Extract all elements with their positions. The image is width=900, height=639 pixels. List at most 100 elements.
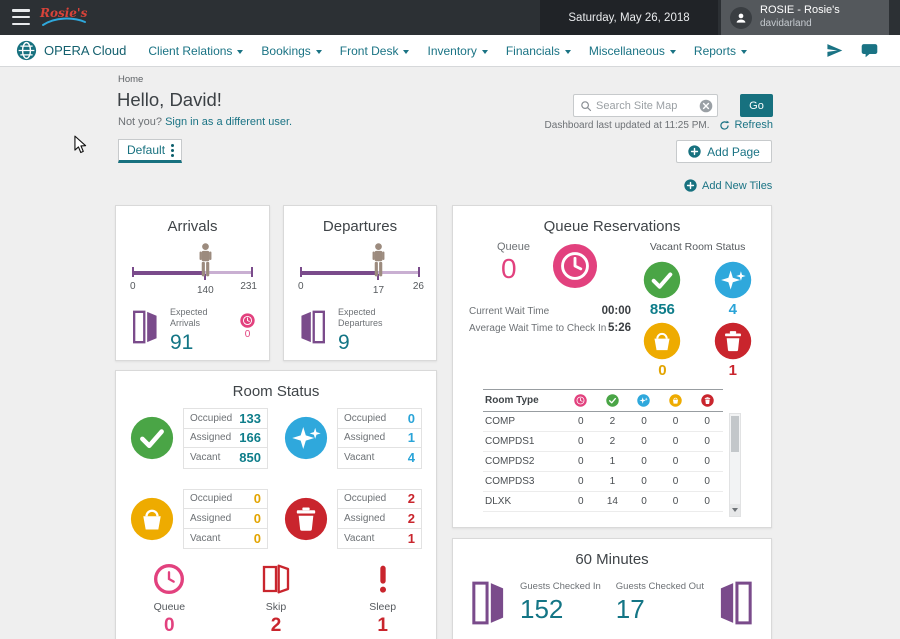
vacant-room-status: Vacant Room Status 856 4 0 [640,241,755,379]
refresh-link[interactable]: Refresh [719,119,773,131]
user-subname: davidarland [760,18,840,31]
chat-icon[interactable] [861,42,878,59]
table-row[interactable]: COMPDS2 0 1 0 0 0 [483,452,723,472]
nav-item-miscellaneous[interactable]: Miscellaneous [589,44,676,58]
occupied-row: Occupied2 [338,490,421,510]
tab-default[interactable]: Default [118,139,182,163]
user-icon [734,11,748,25]
menu-icon[interactable] [12,9,30,25]
occupied-row: Occupied0 [338,409,421,429]
inspected-count-cell: 0 [628,492,660,512]
vacant-value: 850 [239,450,261,465]
slider-person-handle[interactable] [371,243,386,277]
queue-count-cell: 0 [565,412,597,432]
checked-in-label: Guests Checked In [520,581,601,592]
assigned-value: 2 [408,511,415,526]
tab-options-icon[interactable] [169,142,176,159]
slider-tick-min [132,267,134,277]
last-updated-row: Dashboard last updated at 11:25 PM. Refr… [540,119,773,131]
table-row[interactable]: COMPDS1 0 2 0 0 0 [483,432,723,452]
chevron-down-icon [670,50,676,54]
check-out-door-icon [719,580,753,626]
slider-max-label: 231 [240,281,257,292]
clear-icon[interactable] [699,99,713,113]
sixty-minutes-tile: 60 Minutes Guests Checked In 152 Guests … [452,538,772,639]
go-button[interactable]: Go [740,94,773,117]
slider-tick-max [418,267,420,277]
clean-count-cell: 1 [597,452,629,472]
slider-fill [132,271,205,275]
nav-item-reports[interactable]: Reports [694,44,747,58]
breadcrumb[interactable]: Home [118,74,143,85]
room-status-rows: Occupied2 Assigned 2 Vacant1 [337,489,422,550]
send-icon[interactable] [826,42,843,59]
add-page-label: Add Page [707,145,760,159]
dirty-count-cell: 0 [691,412,723,432]
assigned-label: Assigned [344,432,385,443]
user-name: ROSIE - Rosie's [760,4,840,18]
room-status-group-pickup: Occupied0 Assigned0 Vacant0 [130,489,268,550]
checked-out-block: Guests Checked Out 17 [616,581,704,625]
sleep-value: 1 [338,615,428,637]
queue-count-block: Queue 0 [469,241,530,285]
search-input[interactable] [596,100,695,112]
plus-circle-icon [684,179,697,192]
clean-icon [643,261,681,299]
add-new-tiles-link[interactable]: Add New Tiles [684,179,772,192]
vacant-value: 0 [254,531,261,546]
sleep-label: Sleep [338,601,428,613]
mouse-cursor [74,135,87,154]
pickup-icon [669,394,682,407]
table-row[interactable]: DLXK 0 14 0 0 0 [483,492,723,512]
table-scrollbar[interactable] [729,413,741,517]
dirty-icon [284,497,328,541]
chevron-down-icon [482,50,488,54]
vacant-value: 4 [408,450,415,465]
room-type-cell: COMPDS3 [483,472,565,492]
nav-item-front-desk[interactable]: Front Desk [340,44,410,58]
add-page-button[interactable]: Add Page [676,140,772,163]
opera-cloud-logo[interactable]: OPERA Cloud [16,40,126,61]
table-row[interactable]: COMPDS3 0 1 0 0 0 [483,472,723,492]
assigned-label: Assigned [344,513,385,524]
room-type-header: Room Type [483,390,565,412]
skip-cell: Skip 2 [231,563,321,637]
vacant-label: Vacant [344,452,374,463]
nav-item-bookings[interactable]: Bookings [261,44,321,58]
occupied-label: Occupied [190,413,232,424]
user-menu[interactable]: ROSIE - Rosie's davidarland [721,0,889,35]
dirty-count-cell: 0 [691,432,723,452]
table-header-row: Room Type [483,390,723,412]
clean-icon [606,394,619,407]
refresh-label: Refresh [734,119,773,131]
slider-person-handle[interactable] [198,243,213,277]
queue-label: Queue [497,241,530,253]
nav-item-financials[interactable]: Financials [506,44,571,58]
queue-count-cell: 0 [565,492,597,512]
door-out-icon [300,307,326,347]
chevron-down-icon [741,50,747,54]
vacant-row: Vacant1 [338,529,421,549]
tile-title: Arrivals [116,206,269,235]
dirty-count-cell: 0 [691,492,723,512]
scroll-down-icon[interactable] [730,504,740,516]
nav-item-inventory[interactable]: Inventory [427,44,487,58]
not-you-row: Not you? Sign in as a different user. [118,116,292,128]
room-type-cell: DLXK [483,492,565,512]
site-map-search: Go [573,94,773,117]
inspected-count-cell: 0 [628,472,660,492]
chevron-down-icon [316,50,322,54]
plus-circle-icon [688,145,701,158]
not-you-text: Not you? [118,116,162,128]
nav-item-client-relations[interactable]: Client Relations [148,44,243,58]
vacant-pickup-count: 0 [640,362,684,379]
scrollbar-thumb[interactable] [731,416,739,452]
check-in-door-icon [471,580,505,626]
table-row[interactable]: COMP 0 2 0 0 0 [483,412,723,432]
average-wait-row: Average Wait Time to Check In 5:26 [469,322,631,334]
queue-clock-icon [574,394,587,407]
sign-in-link[interactable]: Sign in as a different user. [165,116,292,128]
door-in-icon [132,307,158,347]
clean-count-cell: 2 [597,412,629,432]
dirty-icon [714,322,752,360]
